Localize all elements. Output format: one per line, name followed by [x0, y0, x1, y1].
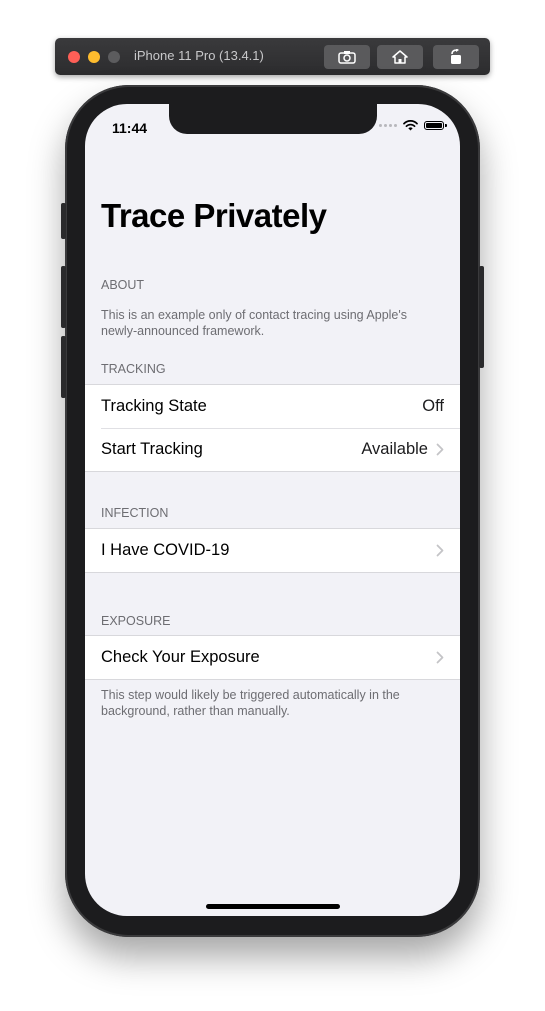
device-screen: 11:44 Trace Privately ABOUT This is an e…: [85, 104, 460, 916]
simulator-title-bar: iPhone 11 Pro (13.4.1): [55, 38, 490, 75]
check-exposure-row[interactable]: Check Your Exposure: [85, 636, 460, 679]
battery-icon: [424, 121, 447, 130]
exposure-section-footer: This step would likely be triggered auto…: [101, 688, 400, 718]
exposure-section-header: EXPOSURE: [101, 614, 171, 628]
infection-section-header: INFECTION: [101, 506, 169, 520]
power-button: [479, 266, 484, 368]
home-button[interactable]: [377, 45, 423, 69]
have-covid-label: I Have COVID-19: [101, 541, 230, 559]
chevron-right-icon: [436, 651, 444, 664]
chevron-right-icon: [436, 544, 444, 557]
tracking-group: Tracking State Off Start Tracking Availa…: [85, 384, 460, 472]
rotate-icon: [451, 49, 461, 64]
exposure-group: Check Your Exposure: [85, 635, 460, 680]
close-window-button[interactable]: [68, 51, 80, 63]
about-section-footer: This is an example only of contact traci…: [101, 308, 408, 338]
tracking-section-header: TRACKING: [101, 362, 166, 376]
status-time: 11:44: [112, 120, 148, 136]
start-tracking-label: Start Tracking: [101, 440, 203, 458]
rotate-button[interactable]: [433, 45, 479, 69]
zoom-window-button[interactable]: [108, 51, 120, 63]
tracking-state-value: Off: [422, 397, 444, 415]
start-tracking-row[interactable]: Start Tracking Available: [85, 428, 460, 471]
volume-down-button: [61, 336, 66, 398]
screenshot-button[interactable]: [324, 45, 370, 69]
chevron-right-icon: [436, 443, 444, 456]
check-exposure-label: Check Your Exposure: [101, 648, 260, 666]
home-indicator[interactable]: [206, 904, 340, 909]
action-button: [61, 203, 66, 239]
tracking-state-label: Tracking State: [101, 397, 207, 415]
status-icons: [379, 120, 447, 131]
tracking-state-row: Tracking State Off: [85, 385, 460, 428]
cellular-dots-icon: [379, 124, 397, 127]
home-icon: [392, 50, 408, 64]
screenshot-icon: [338, 51, 356, 64]
start-tracking-value: Available: [361, 440, 428, 458]
have-covid-row[interactable]: I Have COVID-19: [85, 529, 460, 572]
page-title: Trace Privately: [101, 197, 327, 234]
simulator-title: iPhone 11 Pro (13.4.1): [134, 48, 264, 63]
infection-group: I Have COVID-19: [85, 528, 460, 573]
about-section-header: ABOUT: [101, 278, 145, 292]
wifi-icon: [403, 120, 418, 131]
notch: [169, 104, 377, 134]
volume-up-button: [61, 266, 66, 328]
minimize-window-button[interactable]: [88, 51, 100, 63]
